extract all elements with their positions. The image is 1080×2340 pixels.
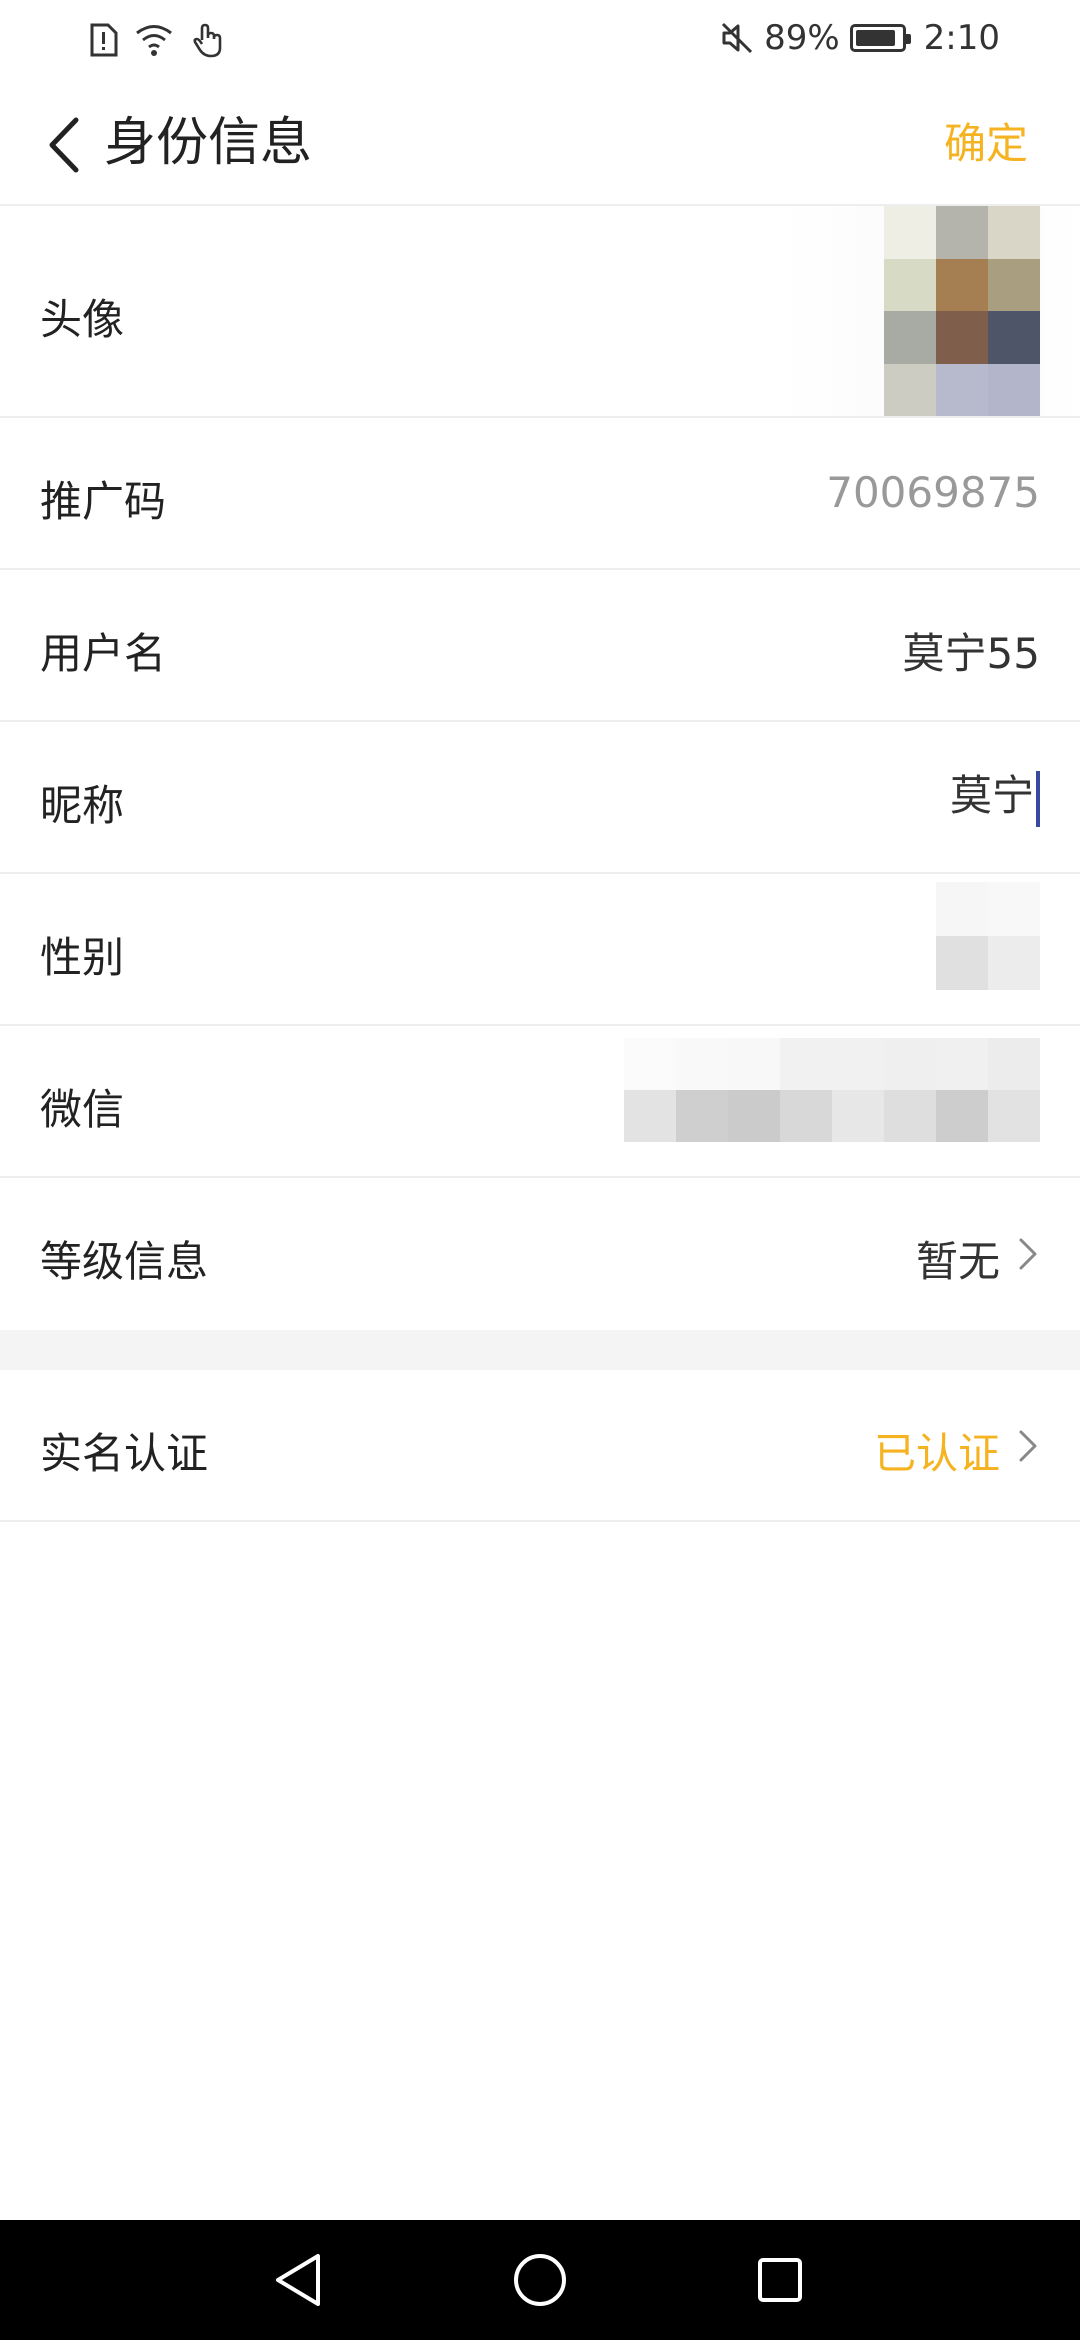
battery-percent: 89% <box>764 18 840 58</box>
username-value: 莫宁55 <box>902 629 1040 678</box>
battery-level <box>855 30 895 46</box>
nickname-input[interactable]: 莫宁 <box>950 762 1040 827</box>
touch-icon <box>193 23 222 58</box>
recents-square-icon[interactable] <box>748 2248 812 2312</box>
wechat-row[interactable]: 微信 <box>0 1026 1080 1178</box>
real-name-row[interactable]: 实名认证 已认证 <box>0 1370 1080 1522</box>
chevron-left-icon[interactable] <box>40 114 90 176</box>
text-cursor <box>1036 770 1040 827</box>
confirm-button[interactable]: 确定 <box>944 118 1028 170</box>
nickname-row[interactable]: 昵称 莫宁 <box>0 722 1080 874</box>
gender-label: 性别 <box>40 933 125 982</box>
promo-code-label: 推广码 <box>40 477 167 526</box>
level-label: 等级信息 <box>40 1237 209 1286</box>
promo-code-value: 70069875 <box>826 468 1040 517</box>
wechat-value-redacted <box>624 1038 1040 1142</box>
level-value: 暂无 <box>915 1237 1000 1286</box>
profile-list: 头像 推广码 70069875 用户名 莫宁55 昵称 莫宁 性别 微信 等级信… <box>0 206 1080 1522</box>
chevron-right-icon <box>1019 1238 1037 1270</box>
status-icons-right: 89% 2:10 <box>720 18 1000 58</box>
username-label: 用户名 <box>40 629 167 678</box>
avatar[interactable] <box>884 206 1040 416</box>
gender-row[interactable]: 性别 <box>0 874 1080 1026</box>
wechat-label: 微信 <box>40 1085 125 1134</box>
clock: 2:10 <box>923 18 1000 58</box>
avatar-label: 头像 <box>40 295 125 344</box>
back-triangle-icon[interactable] <box>268 2248 332 2312</box>
chevron-right-icon <box>1019 1430 1037 1462</box>
promo-code-row: 推广码 70069875 <box>0 418 1080 570</box>
home-circle-icon[interactable] <box>508 2248 572 2312</box>
real-name-label: 实名认证 <box>40 1429 209 1478</box>
gender-value-redacted <box>936 882 1040 990</box>
page-title: 身份信息 <box>104 113 313 173</box>
battery-icon <box>849 24 911 52</box>
sim-alert-icon <box>90 23 118 57</box>
app-header: 身份信息 确定 <box>0 84 1080 206</box>
avatar-row[interactable]: 头像 <box>0 206 1080 418</box>
username-row: 用户名 莫宁55 <box>0 570 1080 722</box>
section-divider <box>0 1330 1080 1370</box>
nickname-input-text: 莫宁 <box>949 771 1034 820</box>
system-nav-bar <box>0 2220 1080 2340</box>
wifi-icon <box>136 25 172 56</box>
status-icons-left <box>88 22 224 58</box>
mute-icon <box>722 22 753 54</box>
status-bar: 89% 2:10 <box>0 0 1080 84</box>
real-name-status: 已认证 <box>873 1429 1000 1478</box>
level-row[interactable]: 等级信息 暂无 <box>0 1178 1080 1330</box>
nickname-label: 昵称 <box>40 781 125 830</box>
